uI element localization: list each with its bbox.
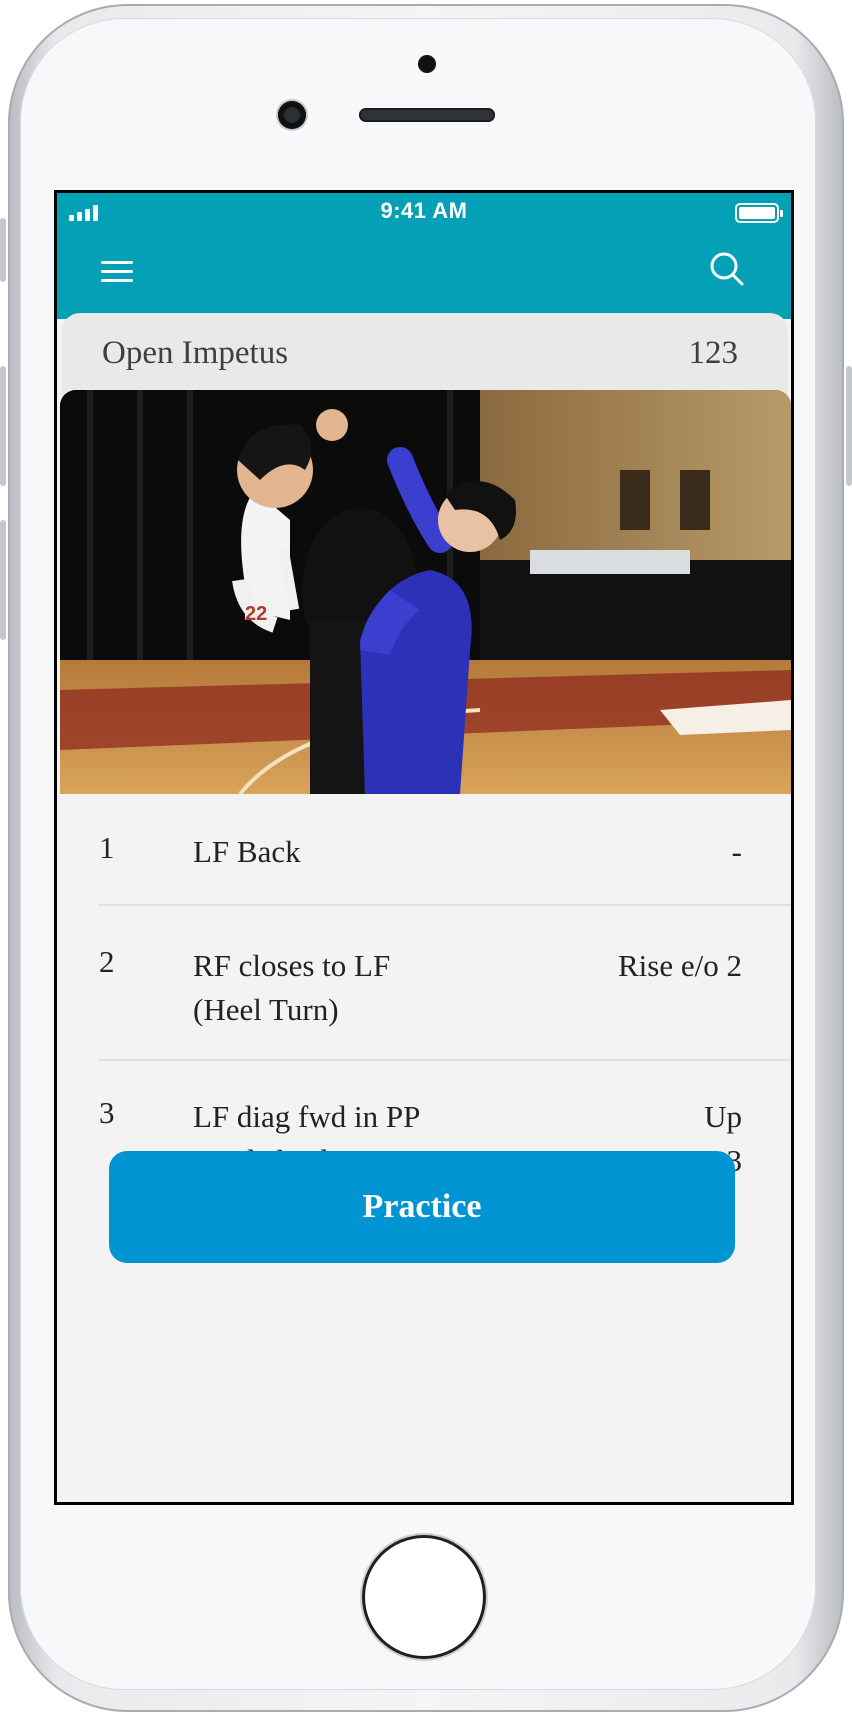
volume-down-button bbox=[0, 520, 6, 640]
volume-up-button bbox=[0, 366, 6, 486]
proximity-sensor bbox=[418, 55, 436, 73]
figure-count: 123 bbox=[688, 335, 739, 371]
step-rise-fall: - bbox=[731, 834, 742, 869]
front-camera bbox=[278, 101, 306, 129]
status-time: 9:41 AM bbox=[380, 198, 468, 223]
app-screen: 9:41 AM Open Impetus 123 22 1 LF Back - … bbox=[54, 190, 794, 1505]
figure-title: Open Impetus bbox=[102, 335, 289, 371]
home-button[interactable] bbox=[362, 1535, 486, 1659]
practice-button[interactable]: Practice bbox=[109, 1151, 735, 1263]
mute-switch bbox=[0, 218, 6, 282]
app-bar bbox=[57, 233, 791, 319]
step-number: 2 bbox=[99, 944, 115, 979]
step-number: 1 bbox=[99, 830, 115, 865]
battery-icon bbox=[735, 203, 783, 223]
ballroom-dance-photo: 22 bbox=[60, 390, 791, 794]
power-button bbox=[846, 366, 852, 486]
step-number: 3 bbox=[99, 1095, 115, 1130]
step-description: LF Back bbox=[193, 834, 301, 869]
search-icon[interactable] bbox=[707, 249, 747, 289]
earpiece-speaker bbox=[359, 108, 495, 122]
step-description: RF closes to LF (Heel Turn) bbox=[193, 948, 391, 1027]
status-bar: 9:41 AM bbox=[57, 193, 791, 233]
step-rise-fall: Rise e/o 2 bbox=[618, 948, 742, 983]
divider bbox=[99, 1059, 791, 1061]
divider bbox=[99, 904, 791, 906]
svg-text:22: 22 bbox=[245, 603, 267, 625]
hamburger-menu-icon[interactable] bbox=[101, 255, 135, 289]
